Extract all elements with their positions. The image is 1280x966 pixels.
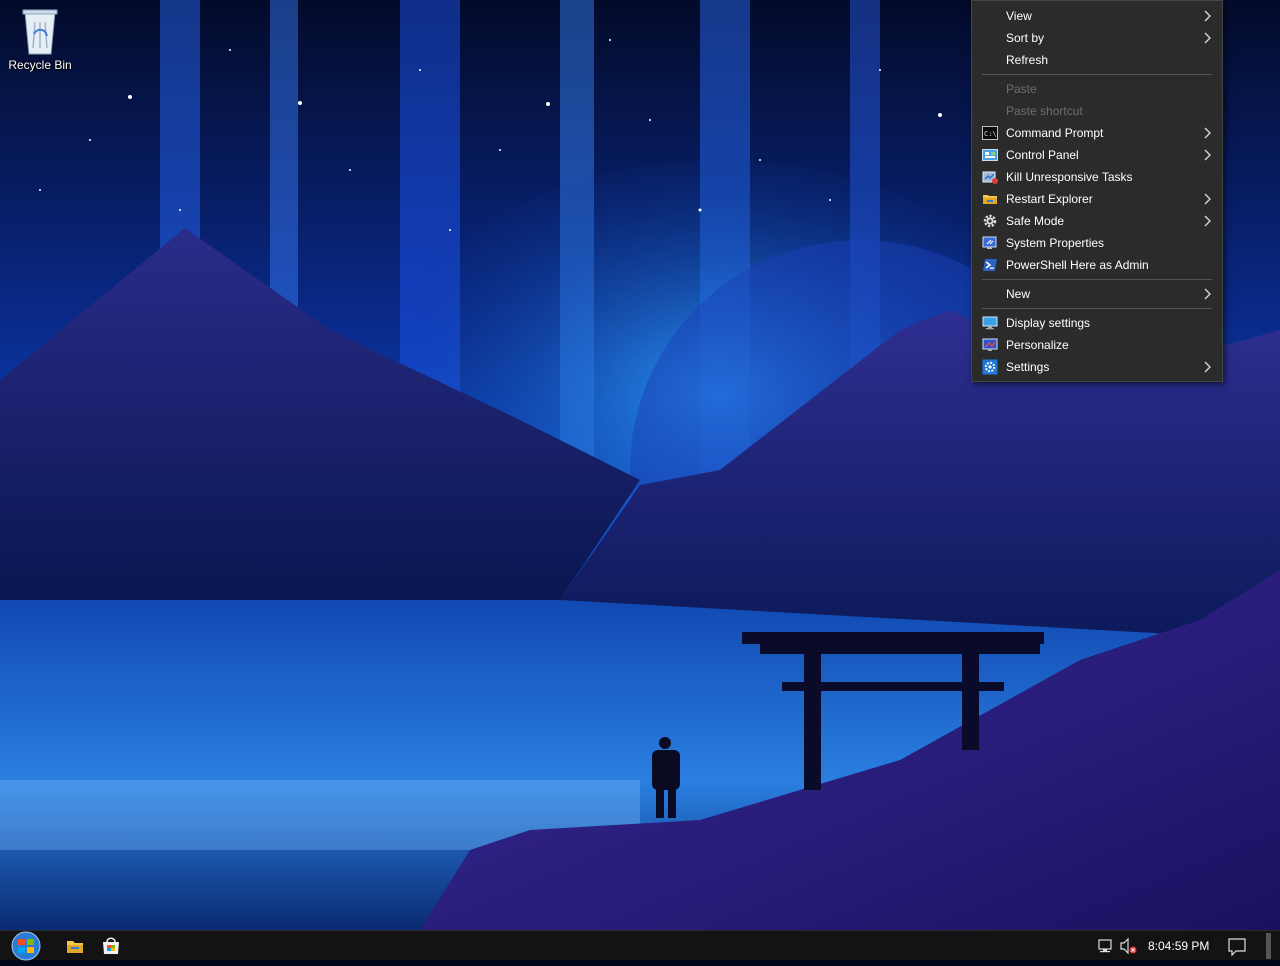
menu-item-restart-explorer[interactable]: Restart Explorer bbox=[972, 188, 1222, 210]
action-center-icon bbox=[1228, 938, 1246, 957]
network-icon bbox=[1098, 939, 1112, 953]
menu-item-label: Safe Mode bbox=[1006, 214, 1065, 228]
menu-item-label: System Properties bbox=[1006, 236, 1105, 250]
recycle-bin-shortcut[interactable]: Recycle Bin bbox=[4, 4, 76, 72]
system-properties-icon bbox=[982, 235, 998, 251]
chevron-right-icon bbox=[1202, 122, 1212, 144]
menu-item-paste: Paste bbox=[972, 78, 1222, 100]
chevron-right-icon bbox=[1202, 283, 1212, 305]
menu-item-system-properties[interactable]: System Properties bbox=[972, 232, 1222, 254]
menu-item-refresh[interactable]: Refresh bbox=[972, 49, 1222, 71]
store-icon bbox=[103, 937, 119, 954]
menu-item-label: Settings bbox=[1006, 360, 1050, 374]
chevron-right-icon bbox=[1202, 5, 1212, 27]
menu-item-label: Kill Unresponsive Tasks bbox=[1006, 170, 1133, 184]
file-explorer-button[interactable] bbox=[62, 931, 88, 961]
menu-item-view[interactable]: View bbox=[972, 5, 1222, 27]
menu-item-label: Restart Explorer bbox=[1006, 192, 1093, 206]
menu-item-settings[interactable]: Settings bbox=[972, 356, 1222, 378]
display-icon bbox=[982, 315, 998, 331]
recycle-bin-icon bbox=[19, 4, 61, 56]
svg-text:C:\: C:\ bbox=[984, 130, 997, 138]
personalize-icon bbox=[982, 337, 998, 353]
windows-start-orb-icon bbox=[11, 931, 41, 961]
settings-gear-icon bbox=[982, 359, 998, 375]
menu-item-label: View bbox=[1006, 9, 1032, 23]
gear-icon bbox=[982, 213, 998, 229]
menu-separator bbox=[982, 279, 1212, 280]
menu-item-kill-unresponsive-tasks[interactable]: Kill Unresponsive Tasks bbox=[972, 166, 1222, 188]
menu-item-label: PowerShell Here as Admin bbox=[1006, 258, 1149, 272]
volume-muted-icon bbox=[1120, 937, 1137, 955]
chevron-right-icon bbox=[1202, 144, 1212, 166]
desktop-context-menu: View Sort by Refresh Paste Paste shortcut C:\… bbox=[971, 0, 1223, 382]
menu-item-label: Refresh bbox=[1006, 53, 1049, 67]
network-tray-button[interactable] bbox=[1096, 931, 1114, 961]
menu-item-label: Sort by bbox=[1006, 31, 1045, 45]
menu-item-command-prompt[interactable]: C:\ Command Prompt bbox=[972, 122, 1222, 144]
menu-item-label: New bbox=[1006, 287, 1031, 301]
file-explorer-icon bbox=[67, 941, 83, 953]
menu-item-display-settings[interactable]: Display settings bbox=[972, 312, 1222, 334]
start-button[interactable] bbox=[6, 931, 46, 961]
menu-item-paste-shortcut: Paste shortcut bbox=[972, 100, 1222, 122]
menu-item-label: Command Prompt bbox=[1006, 126, 1104, 140]
chevron-right-icon bbox=[1202, 210, 1212, 232]
menu-item-sort-by[interactable]: Sort by bbox=[972, 27, 1222, 49]
store-button[interactable] bbox=[98, 931, 124, 961]
menu-item-safe-mode[interactable]: Safe Mode bbox=[972, 210, 1222, 232]
kill-tasks-icon bbox=[982, 169, 998, 185]
menu-item-control-panel[interactable]: Control Panel bbox=[972, 144, 1222, 166]
control-panel-icon bbox=[982, 147, 998, 163]
menu-item-new[interactable]: New bbox=[972, 283, 1222, 305]
menu-item-personalize[interactable]: Personalize bbox=[972, 334, 1222, 356]
taskbar: 8:04:59 PM bbox=[0, 930, 1280, 961]
menu-item-label: Display settings bbox=[1006, 316, 1091, 330]
menu-item-powershell-here-as-admin[interactable]: PowerShell Here as Admin bbox=[972, 254, 1222, 276]
taskbar-clock[interactable]: 8:04:59 PM bbox=[1148, 931, 1209, 961]
volume-tray-button[interactable] bbox=[1118, 931, 1138, 961]
chevron-right-icon bbox=[1202, 188, 1212, 210]
recycle-bin-label: Recycle Bin bbox=[8, 58, 72, 72]
menu-separator bbox=[982, 308, 1212, 309]
action-center-button[interactable] bbox=[1226, 931, 1248, 961]
chevron-right-icon bbox=[1202, 27, 1212, 49]
folder-icon bbox=[982, 191, 998, 207]
show-desktop-button[interactable] bbox=[1266, 931, 1272, 961]
powershell-icon bbox=[982, 257, 998, 273]
menu-item-label: Personalize bbox=[1006, 338, 1069, 352]
chevron-right-icon bbox=[1202, 356, 1212, 378]
command-prompt-icon: C:\ bbox=[982, 125, 998, 141]
menu-item-label: Control Panel bbox=[1006, 148, 1079, 162]
menu-item-label: Paste bbox=[1006, 82, 1037, 96]
menu-item-label: Paste shortcut bbox=[1006, 104, 1083, 118]
menu-separator bbox=[982, 74, 1212, 75]
